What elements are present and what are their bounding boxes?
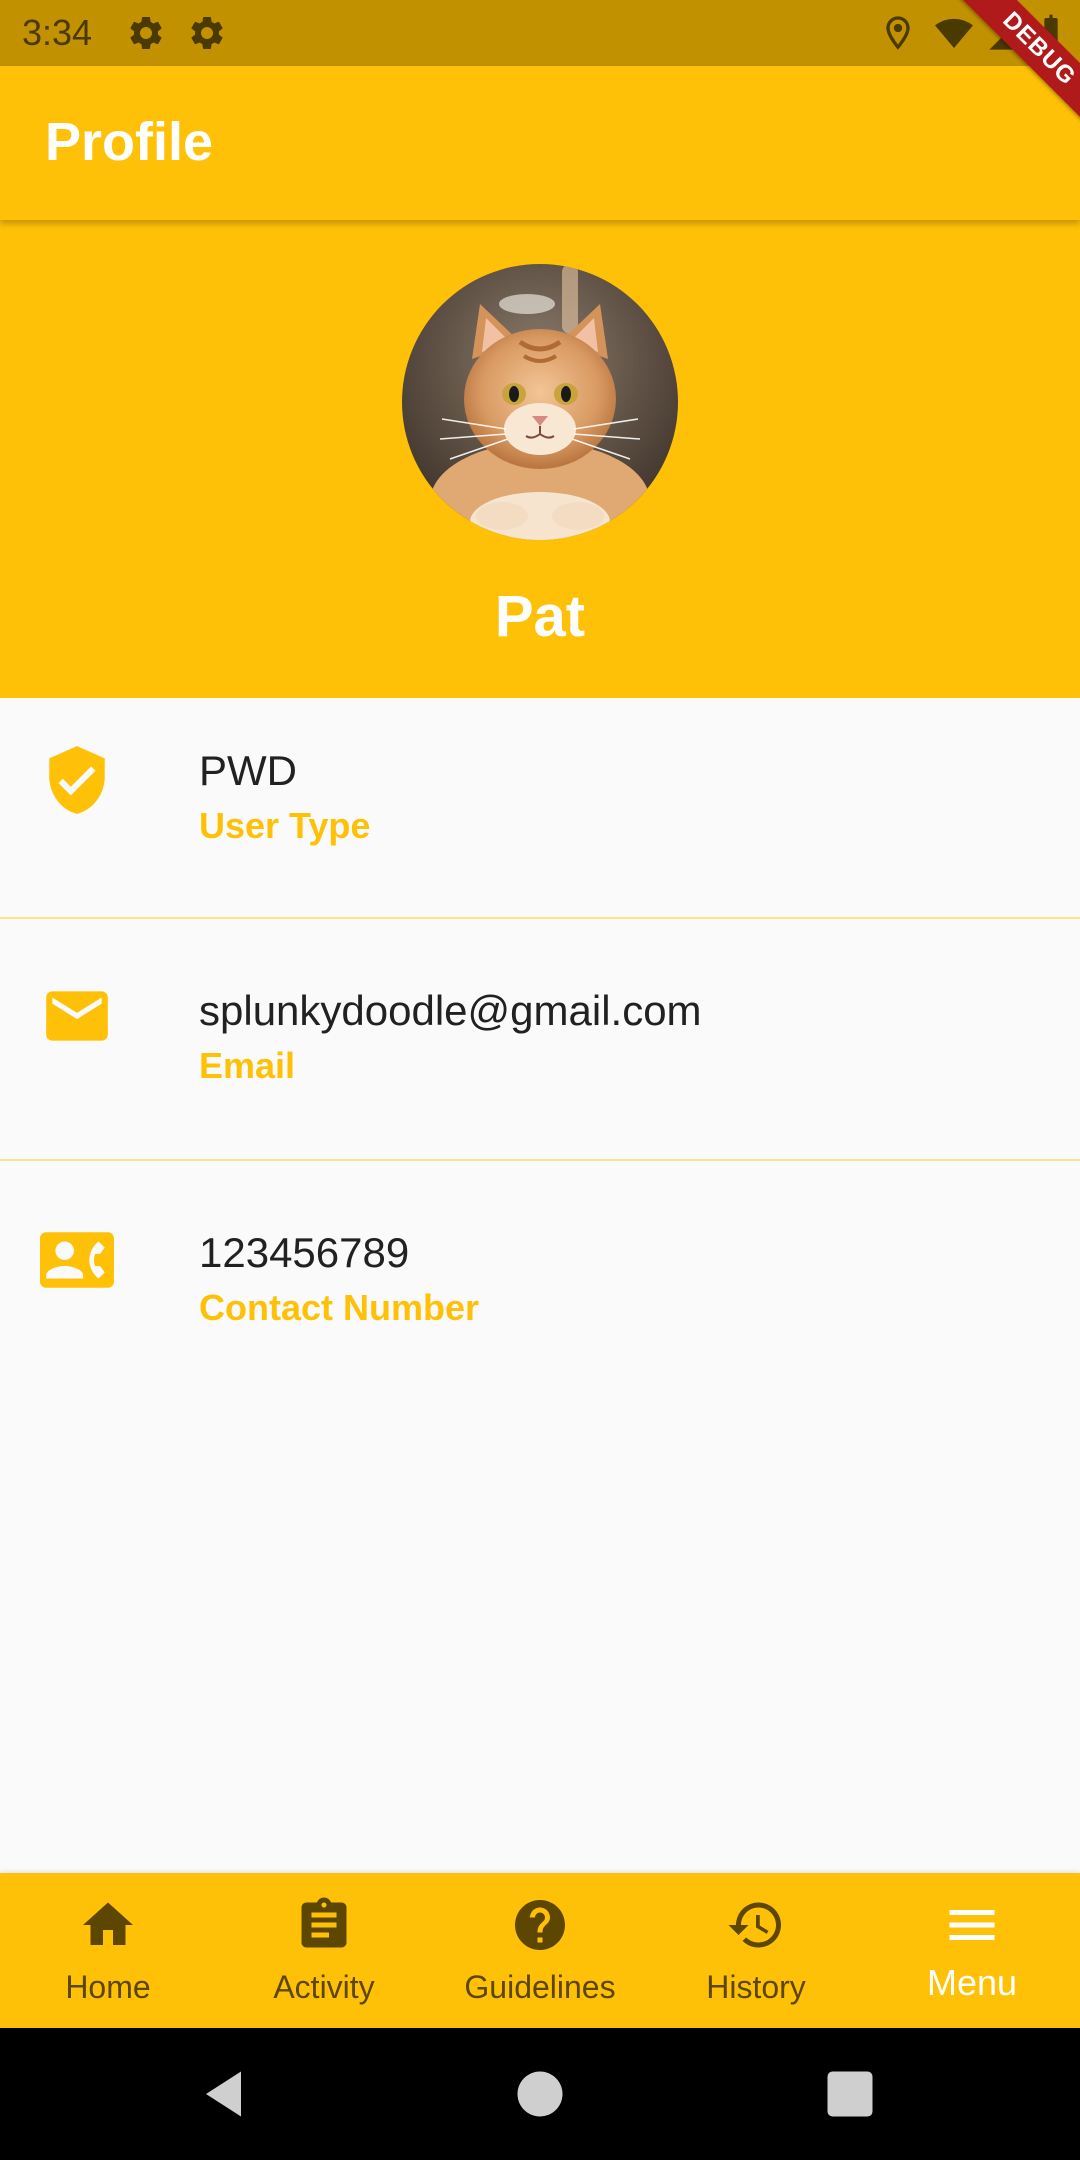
profile-header: Pat [0,220,1080,698]
info-row-contact-number[interactable]: 123456789 Contact Number [0,1161,1080,1402]
recents-icon[interactable] [820,2064,880,2124]
verified-shield-icon [49,746,105,814]
bottom-navigation: Home Activity Guidelines History Menu [0,1873,1080,2028]
profile-name: Pat [494,584,586,649]
help-icon [515,1900,565,1950]
location-icon [886,16,910,50]
back-icon[interactable] [196,2064,256,2124]
page-title: Profile [45,112,214,172]
status-time: 3:34 [22,12,93,53]
nav-item-home[interactable]: Home [0,1873,216,2028]
info-row-email[interactable]: splunkydoodle@gmail.com Email [0,919,1080,1160]
contact-number-label: Contact Number [199,1287,480,1328]
wifi-icon [935,18,973,48]
email-label: Email [199,1045,296,1086]
menu-icon [949,1910,995,1940]
info-row-user-type[interactable]: PWD User Type [0,698,1080,918]
email-icon [46,991,108,1041]
app-bar: Profile [0,66,1080,220]
home-circle-icon[interactable] [510,2064,570,2124]
nav-item-menu[interactable]: Menu [864,1873,1080,2028]
history-icon [728,1902,781,1948]
nav-label-activity: Activity [273,1969,375,2005]
home-icon [83,1902,133,1945]
user-type-value: PWD [199,747,297,794]
system-navigation-bar [0,2028,1080,2160]
nav-label-history: History [706,1969,806,2005]
cat-avatar-image [402,264,678,540]
contact-phone-icon [40,1232,114,1288]
nav-label-guidelines: Guidelines [464,1969,616,2005]
nav-label-menu: Menu [926,1962,1018,2003]
status-bar: 3:34 [0,0,1080,66]
settings-icon [130,16,162,49]
email-value: splunkydoodle@gmail.com [199,987,702,1034]
avatar[interactable] [402,264,678,540]
contact-number-value: 123456789 [199,1229,410,1276]
assignment-icon [301,1897,347,1948]
user-type-label: User Type [199,805,371,846]
nav-item-history[interactable]: History [648,1873,864,2028]
settings-icon [191,16,223,49]
nav-item-activity[interactable]: Activity [216,1873,432,2028]
nav-label-home: Home [65,1969,151,2005]
nav-item-guidelines[interactable]: Guidelines [432,1873,648,2028]
